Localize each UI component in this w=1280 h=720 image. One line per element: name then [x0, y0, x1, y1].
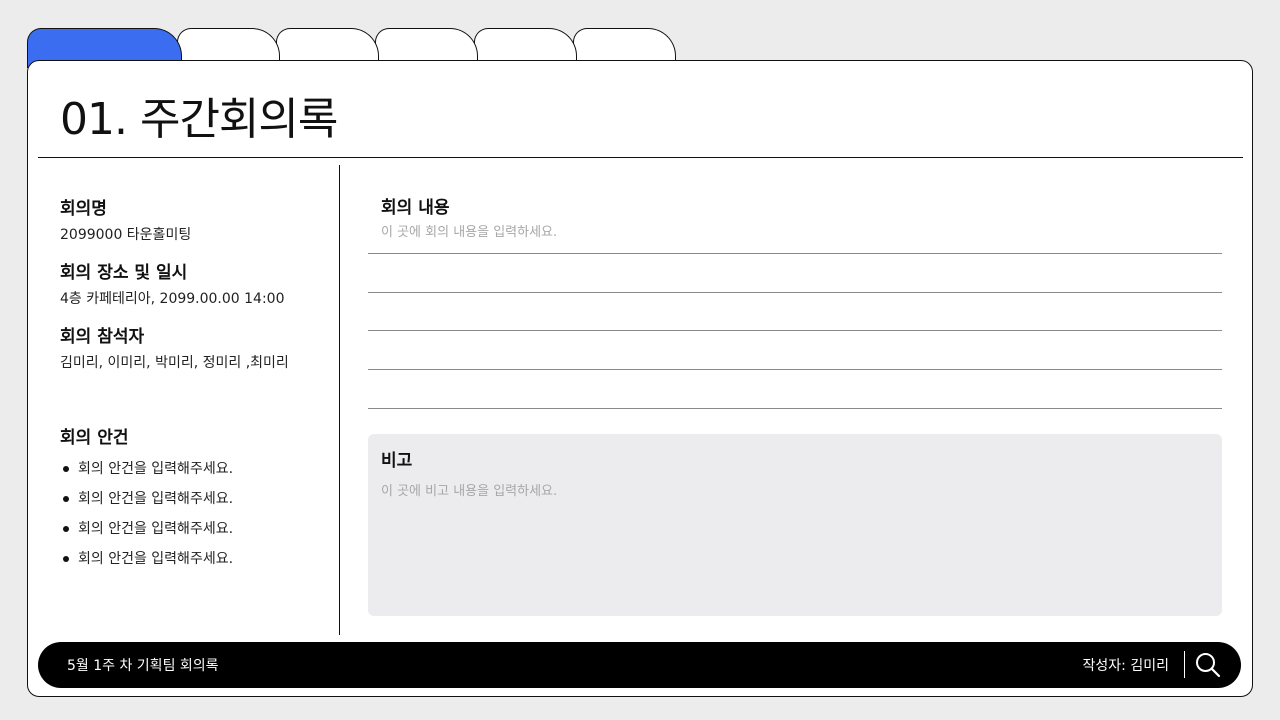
footer-author: 작성자: 김미리 — [1082, 658, 1169, 674]
remarks-label: 비고 — [381, 451, 413, 471]
remarks-input[interactable] — [381, 484, 1201, 499]
search-icon — [1196, 653, 1221, 678]
agenda-item[interactable]: 회의 안건을 입력해주세요. — [60, 459, 233, 489]
agenda-list: 회의 안건을 입력해주세요. 회의 안건을 입력해주세요. 회의 안건을 입력해… — [60, 459, 233, 579]
attendees-value: 김미리, 이미리, 박미리, 정미리 ,최미리 — [60, 355, 289, 371]
note-line — [368, 253, 1222, 254]
agenda-item[interactable]: 회의 안건을 입력해주세요. — [60, 549, 233, 579]
meeting-content-label: 회의 내용 — [381, 198, 450, 218]
agenda-item[interactable]: 회의 안건을 입력해주세요. — [60, 519, 233, 549]
search-button[interactable] — [1193, 650, 1223, 680]
place-time-value: 4층 카페테리아, 2099.00.00 14:00 — [60, 291, 285, 307]
remarks-box: 비고 — [368, 434, 1222, 616]
place-time-label: 회의 장소 및 일시 — [60, 263, 188, 283]
note-line — [368, 408, 1222, 409]
note-line — [368, 369, 1222, 370]
meeting-name-label: 회의명 — [60, 199, 107, 219]
agenda-item[interactable]: 회의 안건을 입력해주세요. — [60, 489, 233, 519]
footer-title: 5월 1주 차 기획팀 회의록 — [67, 658, 219, 674]
note-line — [368, 330, 1222, 331]
attendees-label: 회의 참석자 — [60, 327, 145, 347]
page-title: 01. 주간회의록 — [60, 94, 338, 145]
footer-separator — [1184, 651, 1185, 678]
agenda-label: 회의 안건 — [60, 428, 129, 448]
meeting-name-value: 2099000 타운홀미팅 — [60, 227, 192, 243]
meeting-content-input[interactable] — [381, 225, 1081, 240]
page: 01. 주간회의록 회의명 2099000 타운홀미팅 회의 장소 및 일시 4… — [0, 0, 1280, 720]
column-divider — [339, 165, 340, 635]
footer-bar: 5월 1주 차 기획팀 회의록 작성자: 김미리 — [38, 642, 1241, 688]
note-line — [368, 292, 1222, 293]
meeting-minutes-card: 01. 주간회의록 회의명 2099000 타운홀미팅 회의 장소 및 일시 4… — [27, 60, 1253, 697]
title-divider — [38, 157, 1243, 158]
